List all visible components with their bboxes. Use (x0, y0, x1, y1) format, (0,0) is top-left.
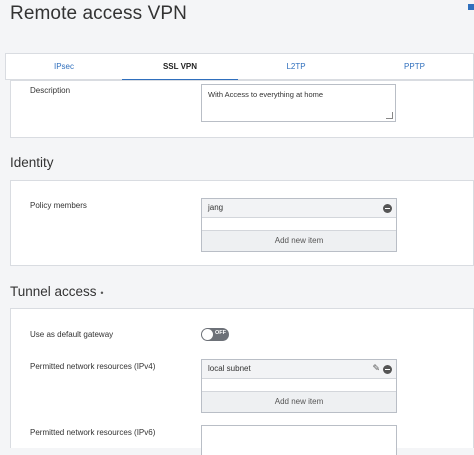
ipv4-resources-list: local subnet ✎ Add new item (201, 359, 397, 413)
protocol-tabs: IPsec SSL VPN L2TP PPTP (5, 53, 474, 81)
tab-l2tp-label: L2TP (286, 62, 306, 71)
tunnel-access-title: Tunnel access (10, 284, 97, 299)
tab-pptp[interactable]: PPTP (354, 54, 474, 80)
required-marker: • (100, 288, 104, 298)
pencil-icon[interactable]: ✎ (372, 363, 380, 374)
tunnel-access-heading: Tunnel access • (10, 284, 103, 299)
default-gateway-label: Use as default gateway (30, 330, 114, 339)
remove-circle-icon[interactable] (383, 204, 392, 213)
corner-indicator (468, 4, 474, 10)
description-label: Description (30, 86, 71, 95)
list-item: local subnet ✎ (202, 360, 396, 379)
ipv6-resources-label: Permitted network resources (IPv6) (30, 428, 156, 437)
description-textarea[interactable]: With Access to everything at home (201, 84, 396, 122)
resize-handle-icon[interactable] (386, 112, 393, 119)
default-gateway-toggle[interactable]: OFF (201, 328, 229, 341)
tab-ssl-vpn[interactable]: SSL VPN (122, 54, 238, 81)
tab-pptp-label: PPTP (404, 62, 425, 71)
tab-ipsec-label: IPsec (53, 62, 74, 71)
ipv4-resource-name: local subnet (208, 364, 251, 373)
page-title: Remote access VPN (10, 3, 187, 24)
policy-members-list: jang Add new item (201, 198, 397, 252)
member-name: jang (208, 203, 224, 212)
description-value: With Access to everything at home (208, 90, 324, 99)
add-new-item-button[interactable]: Add new item (202, 230, 396, 251)
list-item: jang (202, 199, 396, 218)
toggle-knob (202, 329, 213, 340)
tunnel-access-panel: Use as default gateway OFF Permitted net… (10, 308, 474, 455)
tab-ipsec[interactable]: IPsec (6, 54, 122, 80)
tab-ssl-vpn-label: SSL VPN (162, 62, 198, 71)
policy-members-label: Policy members (30, 201, 87, 210)
toggle-state-text: OFF (215, 330, 226, 336)
ipv4-resources-label: Permitted network resources (IPv4) (30, 362, 156, 371)
identity-heading: Identity (10, 155, 54, 170)
tab-l2tp[interactable]: L2TP (238, 54, 354, 80)
add-new-item-button[interactable]: Add new item (202, 391, 396, 412)
general-panel: Description With Access to everything at… (10, 80, 474, 138)
remove-circle-icon[interactable] (383, 365, 392, 374)
identity-panel: Policy members jang Add new item (10, 180, 474, 266)
ipv6-resources-list (201, 425, 397, 455)
